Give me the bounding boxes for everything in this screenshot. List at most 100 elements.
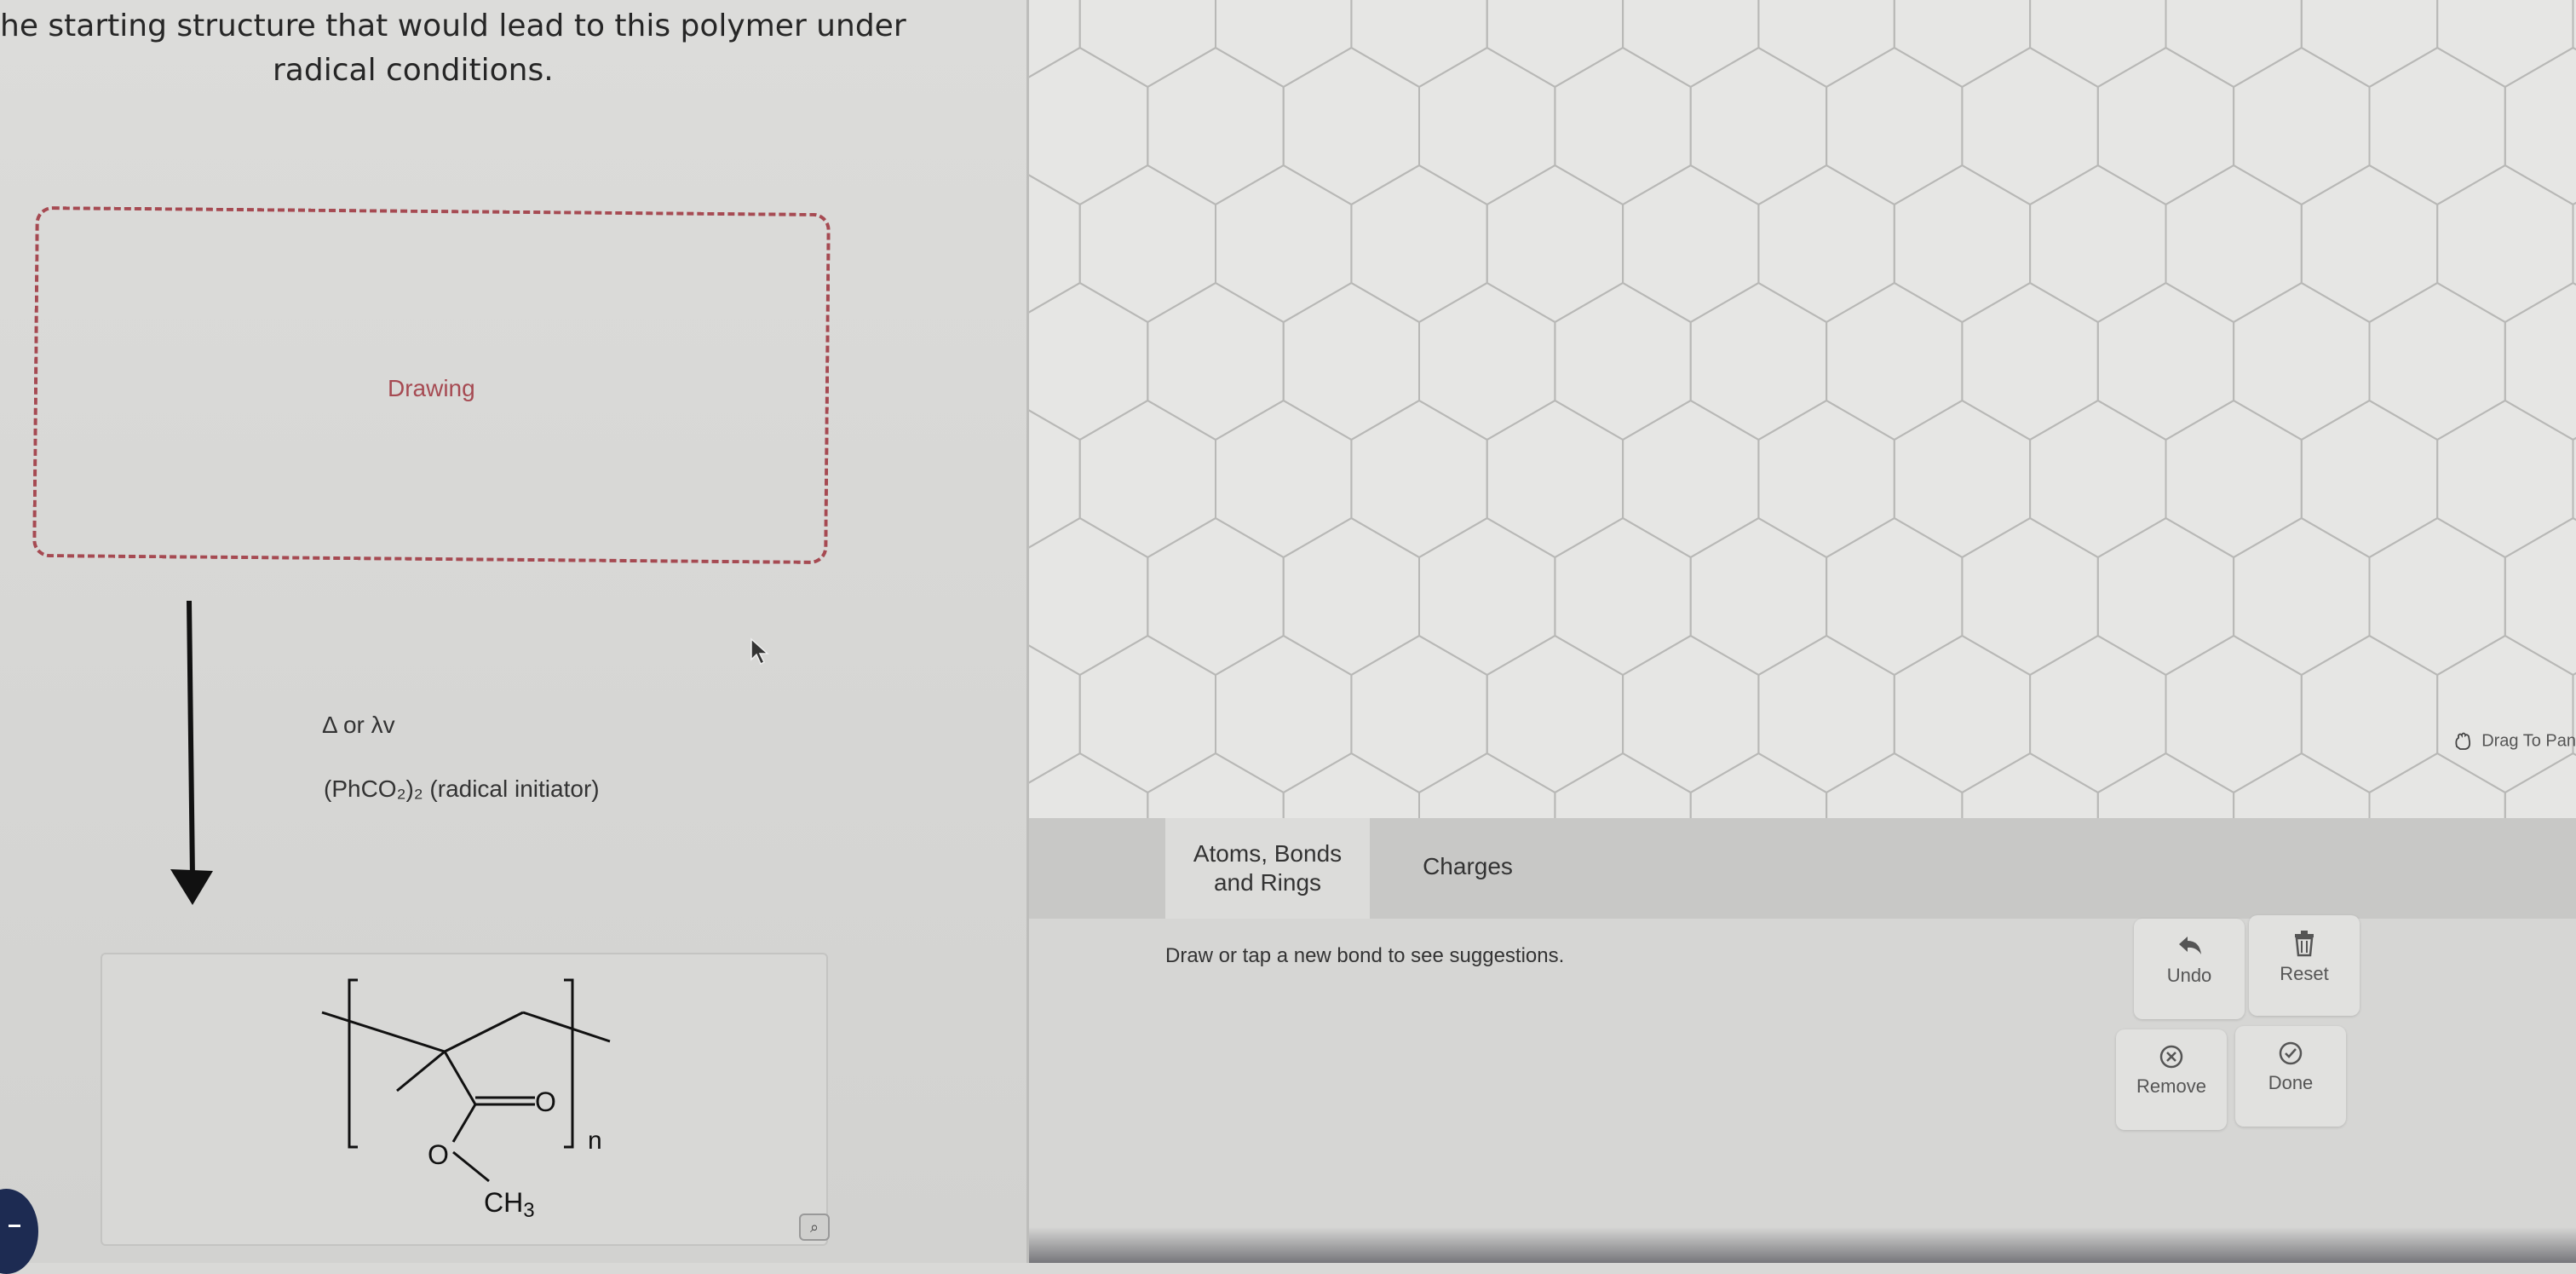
undo-button[interactable]: Undo: [2134, 919, 2245, 1019]
hex-cell: [1029, 48, 1147, 205]
drawing-canvas[interactable]: Drag To Pan: [1029, 0, 2576, 818]
hex-cell: [1758, 0, 1894, 87]
hex-cell: [1029, 165, 1080, 322]
remove-icon: [2158, 1043, 2185, 1070]
hex-cell: [1962, 518, 2097, 675]
hex-cell: [2370, 283, 2505, 440]
hex-cell: [1758, 636, 1894, 793]
hex-cell: [2437, 0, 2573, 87]
hex-cell: [2370, 48, 2505, 205]
hex-cell: [2166, 401, 2302, 557]
hex-cell: [1623, 0, 1758, 87]
hex-cell: [2166, 636, 2302, 793]
hex-cell: [1029, 0, 1080, 87]
done-button[interactable]: Done: [2235, 1026, 2346, 1127]
hex-cell: [1826, 48, 1962, 205]
collapse-tab[interactable]: [0, 1189, 38, 1274]
reaction-arrow: [162, 597, 221, 912]
hex-cell: [1623, 165, 1758, 322]
hex-cell: [1029, 753, 1147, 818]
hex-cell: [2573, 401, 2576, 557]
tab-atoms-bonds-rings[interactable]: Atoms, Bonds and Rings: [1165, 818, 1370, 919]
question-text-line1: he starting structure that would lead to…: [0, 9, 906, 43]
hex-cell: [1147, 518, 1283, 675]
hand-icon: [2452, 731, 2477, 752]
remove-label: Remove: [2116, 1075, 2227, 1098]
hex-cell: [1895, 165, 2030, 322]
hex-cell: [1029, 636, 1080, 793]
hex-cell: [1895, 636, 2030, 793]
condition-heat-light: Δ or λv: [322, 712, 395, 739]
editor-tab-bar: Atoms, Bonds and Rings Charges: [1029, 818, 2576, 919]
hex-cell: [1216, 401, 1351, 557]
hex-cell: [1216, 636, 1351, 793]
undo-label: Undo: [2134, 965, 2245, 987]
hex-cell: [1895, 0, 2030, 87]
hex-cell: [1623, 636, 1758, 793]
ester-oxygen-label: O: [428, 1139, 449, 1170]
hex-cell: [1029, 401, 1080, 557]
hex-cell: [2573, 636, 2576, 793]
hex-cell: [2234, 518, 2369, 675]
repeat-unit-n: n: [588, 1127, 602, 1155]
hex-cell: [1080, 401, 1216, 557]
hex-cell: [1284, 48, 1419, 205]
polymer-structure: O O CH3 n: [307, 963, 681, 1236]
undo-icon: [2172, 932, 2206, 960]
hex-cell: [2302, 165, 2437, 322]
hex-cell: [1691, 48, 1826, 205]
hex-cell: [1284, 753, 1419, 818]
drag-to-pan-hint: Drag To Pan: [2452, 731, 2576, 752]
hex-cell: [1216, 0, 1351, 87]
hex-cell: [1826, 518, 1962, 675]
methyl-subscript: 3: [523, 1199, 534, 1222]
suggestion-text: Draw or tap a new bond to see suggestion…: [1165, 944, 1564, 968]
hex-cell: [1826, 283, 1962, 440]
drag-hint-label: Drag To Pan: [2481, 731, 2576, 750]
hex-cell: [2234, 48, 2369, 205]
hex-cell: [2030, 0, 2165, 87]
carbonyl-oxygen-label: O: [535, 1087, 556, 1117]
hex-cell: [1487, 165, 1623, 322]
hex-cell: [1029, 283, 1147, 440]
hex-cell: [1555, 518, 1690, 675]
hex-cell: [1419, 283, 1555, 440]
reset-button[interactable]: Reset: [2249, 915, 2360, 1016]
hex-cell: [2302, 0, 2437, 87]
hex-cell: [2302, 636, 2437, 793]
hexagon-grid: [1029, 0, 2576, 818]
hex-cell: [1826, 753, 1962, 818]
hex-cell: [1080, 0, 1216, 87]
hex-cell: [1419, 48, 1555, 205]
cursor-icon: [750, 637, 772, 666]
methyl-label: CH: [484, 1187, 523, 1218]
hex-cell: [1691, 753, 1826, 818]
hex-cell: [1691, 283, 1826, 440]
hex-cell: [1351, 636, 1486, 793]
hex-cell: [2370, 518, 2505, 675]
hex-cell: [1487, 636, 1623, 793]
hex-cell: [1962, 753, 2097, 818]
hex-cell: [2505, 48, 2576, 205]
hex-cell: [2437, 401, 2573, 557]
hex-cell: [1419, 753, 1555, 818]
remove-button[interactable]: Remove: [2116, 1029, 2227, 1130]
hex-cell: [1147, 283, 1283, 440]
hex-cell: [1080, 165, 1216, 322]
tab-charges-label: Charges: [1423, 853, 1513, 879]
hex-cell: [1487, 401, 1623, 557]
hex-cell: [1147, 48, 1283, 205]
hex-cell: [1284, 283, 1419, 440]
hex-cell: [1962, 48, 2097, 205]
structure-editor: Drag To Pan Atoms, Bonds and Rings Charg…: [1029, 0, 2576, 1263]
bottom-edge-shadow: [1029, 1227, 2576, 1263]
hex-cell: [2573, 165, 2576, 322]
hex-cell: [1351, 165, 1486, 322]
zoom-icon[interactable]: ⌕: [799, 1213, 830, 1241]
tab-charges[interactable]: Charges: [1387, 852, 1549, 881]
hex-cell: [2573, 0, 2576, 87]
hex-cell: [1758, 165, 1894, 322]
hex-cell: [2098, 518, 2234, 675]
trash-icon: [2290, 929, 2319, 958]
done-label: Done: [2235, 1072, 2346, 1094]
